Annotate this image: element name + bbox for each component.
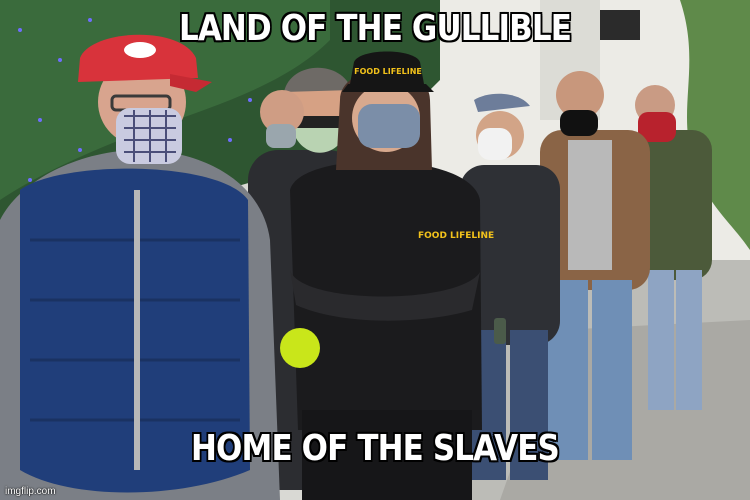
meme-bottom-text: HOME OF THE SLAVES: [191, 428, 560, 469]
meme-image: FOOD LIFELINE FOOD LIFELINE LAND OF THE …: [0, 0, 750, 500]
jacket-logo: FOOD LIFELINE: [418, 231, 494, 241]
imgflip-watermark: imgflip.com: [5, 486, 56, 497]
photo-scene: FOOD LIFELINE FOOD LIFELINE: [0, 0, 750, 500]
cap-logo: FOOD LIFELINE: [354, 67, 422, 76]
meme-top-text: LAND OF THE GULLIBLE: [178, 8, 572, 49]
